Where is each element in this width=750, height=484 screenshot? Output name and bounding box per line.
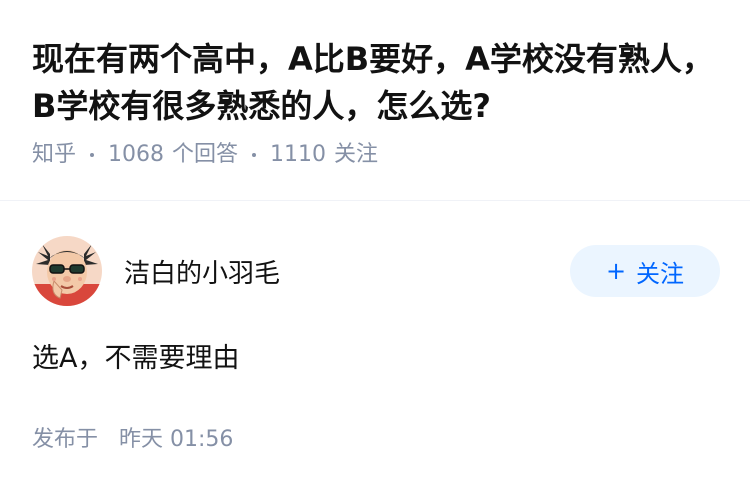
author-row: 洁白的小羽毛 + 关注 [32,236,720,306]
answer-content[interactable]: 选A，不需要理由 [32,339,718,379]
follow-button-label: 关注 [636,259,685,288]
answer-card: 洁白的小羽毛 + 关注 选A，不需要理由 发布于 昨天 01:56 [32,236,720,453]
section-divider [0,200,750,201]
answer-count: 1068 [108,142,165,167]
publish-time: 昨天 01:56 [119,427,234,452]
follower-count: 1110 [270,142,327,167]
follow-button[interactable]: + 关注 [570,245,720,297]
question-meta: 知乎 1068 个回答 1110 关注 [32,140,722,170]
plus-icon: + [605,257,627,285]
author-name[interactable]: 洁白的小羽毛 [124,253,570,290]
publish-info: 发布于 昨天 01:56 [32,421,718,453]
cartoon-avatar-icon [32,236,102,306]
question-title[interactable]: 现在有两个高中，A比B要好，A学校没有熟人，B学校有很多熟悉的人，怎么选? [32,36,722,130]
source-label[interactable]: 知乎 [32,140,76,170]
avatar[interactable] [32,236,102,306]
answer-count-label: 个回答 [172,142,239,167]
meta-separator-dot [90,153,95,157]
publish-prefix: 发布于 [32,427,99,452]
page: 现在有两个高中，A比B要好，A学校没有熟人，B学校有很多熟悉的人，怎么选? 知乎… [0,0,750,484]
follower-count-label: 关注 [334,142,379,167]
meta-separator-dot [252,153,257,157]
question-header: 现在有两个高中，A比B要好，A学校没有熟人，B学校有很多熟悉的人，怎么选? 知乎… [32,36,722,170]
